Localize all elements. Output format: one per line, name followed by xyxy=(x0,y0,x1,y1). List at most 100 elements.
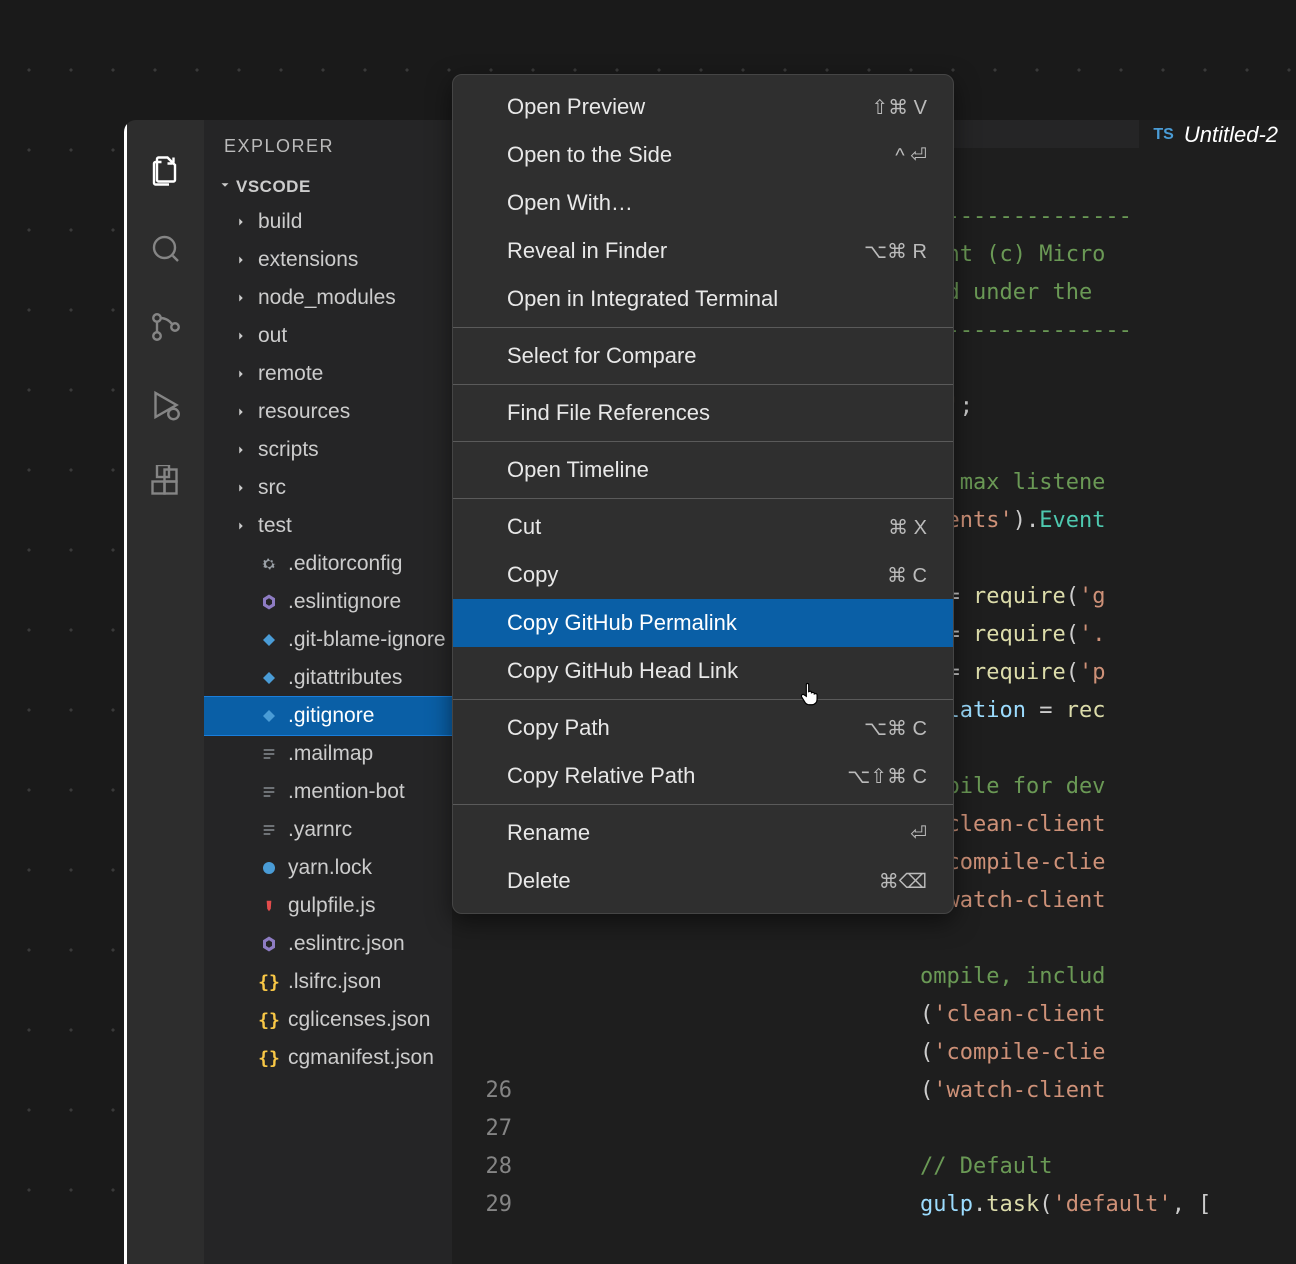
chevron-right-icon xyxy=(232,253,250,267)
menu-item[interactable]: Cut⌘ X xyxy=(453,503,953,551)
extensions-activity-icon[interactable] xyxy=(126,444,206,522)
menu-label: Open Preview xyxy=(507,94,645,120)
menu-label: Reveal in Finder xyxy=(507,238,667,264)
file-item[interactable]: .yarnrc xyxy=(204,811,452,849)
folder-item[interactable]: extensions xyxy=(204,241,452,279)
file-item[interactable]: yarn.lock xyxy=(204,849,452,887)
explorer-sidebar: EXPLORER VSCODE build extensions node_modu… xyxy=(204,120,452,1264)
folder-label: scripts xyxy=(258,438,319,462)
chevron-right-icon xyxy=(232,291,250,305)
chevron-right-icon xyxy=(232,329,250,343)
menu-item[interactable]: Reveal in Finder⌥⌘ R xyxy=(453,227,953,275)
menu-label: Copy GitHub Head Link xyxy=(507,658,738,684)
file-item[interactable]: .git-blame-ignore xyxy=(204,621,452,659)
file-label: .lsifrc.json xyxy=(288,970,381,994)
folder-item[interactable]: out xyxy=(204,317,452,355)
menu-item[interactable]: Open in Integrated Terminal xyxy=(453,275,953,323)
file-type-icon xyxy=(258,708,280,724)
file-item[interactable]: .gitattributes xyxy=(204,659,452,697)
menu-shortcut: ⌘⌫ xyxy=(879,869,927,894)
folder-label: out xyxy=(258,324,287,348)
menu-label: Cut xyxy=(507,514,541,540)
file-item[interactable]: .gitignore xyxy=(204,697,452,735)
menu-item[interactable]: Rename⏎ xyxy=(453,809,953,857)
menu-item[interactable]: Delete ⌘⌫ xyxy=(453,857,953,905)
workspace-section-header[interactable]: VSCODE xyxy=(204,171,452,203)
folder-item[interactable]: node_modules xyxy=(204,279,452,317)
file-type-icon xyxy=(258,746,280,762)
menu-separator xyxy=(453,804,953,805)
menu-item[interactable]: Copy Path ⌥⌘ C xyxy=(453,704,953,752)
file-label: cgmanifest.json xyxy=(288,1046,434,1070)
folder-label: test xyxy=(258,514,292,538)
file-item[interactable]: {} .lsifrc.json xyxy=(204,963,452,1001)
folder-label: resources xyxy=(258,400,350,424)
menu-item[interactable]: Open Preview⇧⌘ V xyxy=(453,83,953,131)
activity-bar xyxy=(124,120,204,1264)
folder-item[interactable]: remote xyxy=(204,355,452,393)
file-label: .mention-bot xyxy=(288,780,405,804)
file-item[interactable]: gulpfile.js xyxy=(204,887,452,925)
file-item[interactable]: .mailmap xyxy=(204,735,452,773)
menu-item[interactable]: Find File References xyxy=(453,389,953,437)
menu-label: Open Timeline xyxy=(507,457,649,483)
file-item[interactable]: .editorconfig xyxy=(204,545,452,583)
chevron-right-icon xyxy=(232,481,250,495)
menu-label: Copy Relative Path xyxy=(507,763,695,789)
folder-item[interactable]: test xyxy=(204,507,452,545)
chevron-right-icon xyxy=(232,215,250,229)
menu-separator xyxy=(453,384,953,385)
file-item[interactable]: .eslintignore xyxy=(204,583,452,621)
file-type-icon: {} xyxy=(258,972,280,993)
folder-label: build xyxy=(258,210,302,234)
file-type-icon: {} xyxy=(258,1048,280,1069)
menu-item[interactable]: Open With… xyxy=(453,179,953,227)
menu-label: Copy Path xyxy=(507,715,610,741)
context-menu: Open Preview⇧⌘ VOpen to the Side^ ⏎Open … xyxy=(452,74,954,914)
menu-label: Rename xyxy=(507,820,590,846)
menu-label: Copy GitHub Permalink xyxy=(507,610,737,636)
folder-item[interactable]: scripts xyxy=(204,431,452,469)
editor-tab-untitled[interactable]: TS Untitled-2 xyxy=(1139,120,1296,148)
folder-label: src xyxy=(258,476,286,500)
folder-item[interactable]: resources xyxy=(204,393,452,431)
menu-item[interactable]: Open Timeline xyxy=(453,446,953,494)
file-item[interactable]: .eslintrc.json xyxy=(204,925,452,963)
menu-item[interactable]: Select for Compare xyxy=(453,332,953,380)
file-label: .gitignore xyxy=(288,704,374,728)
file-item[interactable]: {} cgmanifest.json xyxy=(204,1039,452,1077)
file-label: .mailmap xyxy=(288,742,373,766)
file-label: .git-blame-ignore xyxy=(288,628,446,652)
file-type-icon: {} xyxy=(258,1010,280,1031)
menu-label: Delete xyxy=(507,868,571,894)
folder-label: node_modules xyxy=(258,286,396,310)
sidebar-title: EXPLORER xyxy=(204,120,452,171)
menu-label: Open to the Side xyxy=(507,142,672,168)
folder-item[interactable]: build xyxy=(204,203,452,241)
file-type-icon xyxy=(258,593,280,611)
chevron-right-icon xyxy=(232,519,250,533)
menu-item[interactable]: Copy GitHub Head Link xyxy=(453,647,953,695)
file-item[interactable]: .mention-bot xyxy=(204,773,452,811)
menu-item[interactable]: Copy⌘ C xyxy=(453,551,953,599)
menu-item[interactable]: Open to the Side^ ⏎ xyxy=(453,131,953,179)
folder-item[interactable]: src xyxy=(204,469,452,507)
menu-item[interactable]: Copy Relative Path⌥⇧⌘ C xyxy=(453,752,953,800)
file-type-icon xyxy=(258,555,280,573)
file-type-icon xyxy=(258,935,280,953)
file-item[interactable]: {}cglicenses.json xyxy=(204,1001,452,1039)
menu-shortcut: ⌥⌘ C xyxy=(864,716,927,741)
search-activity-icon[interactable] xyxy=(126,210,206,288)
file-type-icon xyxy=(258,860,280,876)
run-debug-activity-icon[interactable] xyxy=(126,366,206,444)
menu-item[interactable]: Copy GitHub Permalink xyxy=(453,599,953,647)
menu-label: Copy xyxy=(507,562,558,588)
menu-label: Open With… xyxy=(507,190,633,216)
explorer-activity-icon[interactable] xyxy=(126,132,206,210)
file-type-icon xyxy=(258,632,280,648)
file-type-icon xyxy=(258,897,280,915)
source-control-activity-icon[interactable] xyxy=(126,288,206,366)
chevron-down-icon xyxy=(218,177,230,197)
file-tree: build extensions node_modulesout remote reso… xyxy=(204,203,452,1264)
file-type-icon xyxy=(258,670,280,686)
